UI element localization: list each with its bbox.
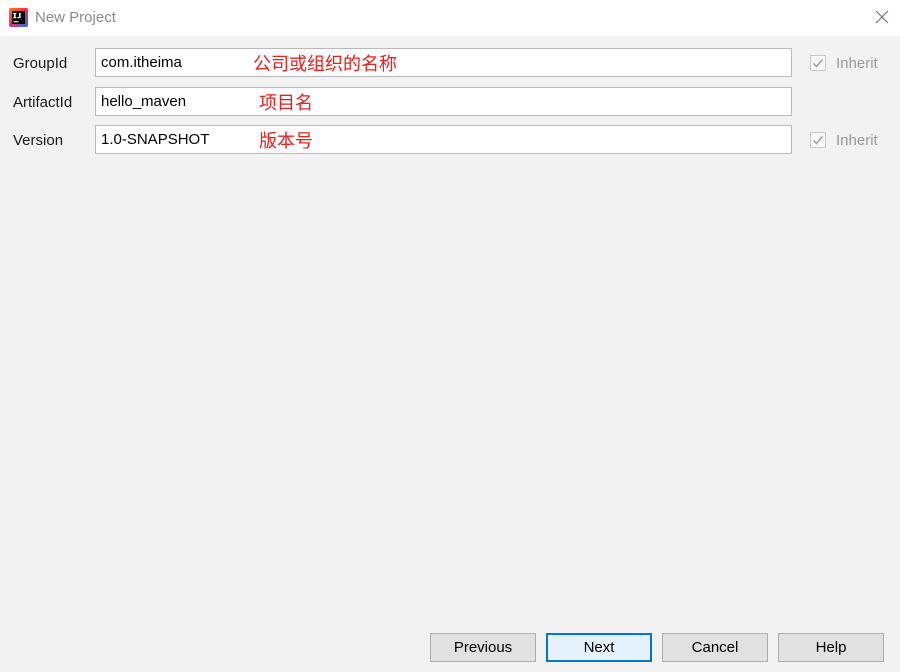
artifact-id-label: ArtifactId: [13, 94, 73, 111]
checkmark-icon: [813, 59, 824, 68]
inherit-label: Inherit: [836, 54, 878, 72]
next-button[interactable]: Next: [546, 633, 652, 662]
group-id-label: GroupId: [13, 55, 68, 72]
help-button[interactable]: Help: [778, 633, 884, 662]
version-inherit-checkbox[interactable]: Inherit: [810, 131, 878, 149]
version-input[interactable]: [95, 125, 792, 154]
artifact-id-row: ArtifactId 项目名: [0, 87, 900, 117]
cancel-button[interactable]: Cancel: [662, 633, 768, 662]
group-id-row: GroupId 公司或组织的名称 Inherit: [0, 48, 900, 78]
inherit-label: Inherit: [836, 131, 878, 149]
title-bar: New Project: [0, 0, 900, 36]
artifact-id-input[interactable]: [95, 87, 792, 116]
close-button[interactable]: [874, 9, 890, 25]
version-label: Version: [13, 132, 64, 149]
checkmark-icon: [813, 136, 824, 145]
intellij-idea-icon: [9, 8, 28, 27]
previous-button[interactable]: Previous: [430, 633, 536, 662]
inherit-checkbox-box: [810, 55, 826, 71]
inherit-checkbox-box: [810, 132, 826, 148]
close-icon: [875, 10, 889, 24]
group-id-input[interactable]: [95, 48, 792, 77]
window-title: New Project: [35, 9, 116, 26]
version-row: Version 版本号 Inherit: [0, 125, 900, 155]
group-id-inherit-checkbox[interactable]: Inherit: [810, 54, 878, 72]
